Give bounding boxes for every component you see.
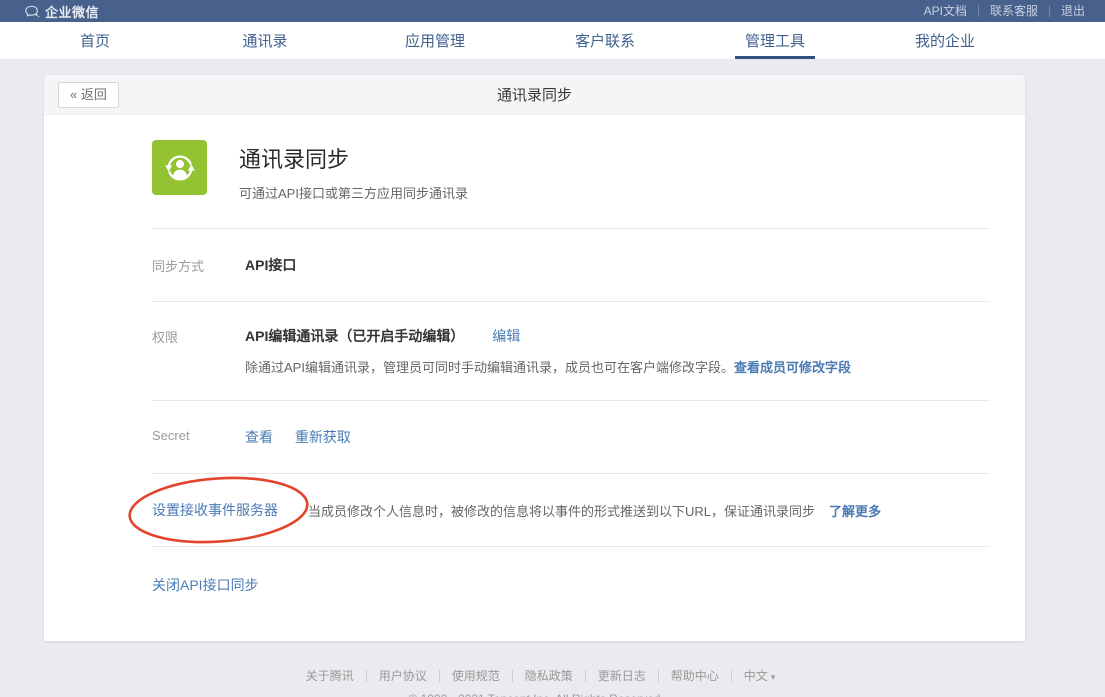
sync-method-row: 同步方式 API接口 (152, 229, 990, 301)
permission-view-fields-link[interactable]: 查看成员可修改字段 (734, 360, 851, 375)
contacts-sync-card: « 返回 通讯录同步 通讯录同步 (44, 75, 1025, 641)
sync-method-label: 同步方式 (152, 255, 245, 275)
app-title: 通讯录同步 (239, 142, 468, 174)
footer-link-user-agreement[interactable]: 用户协议 (367, 670, 440, 682)
permission-label: 权限 (152, 326, 245, 376)
topbar-link-contact-support[interactable]: 联系客服 (979, 5, 1050, 17)
footer: 关于腾讯 用户协议 使用规范 隐私政策 更新日志 帮助中心 中文▾ © 1998… (44, 667, 1025, 697)
permission-desc: 除通过API编辑通讯录，管理员可同时手动编辑通讯录，成员也可在客户端修改字段。 (245, 360, 734, 375)
footer-link-about-tencent[interactable]: 关于腾讯 (294, 670, 367, 682)
brand-logo-link[interactable]: 企业微信 (25, 2, 99, 21)
sync-method-value: API接口 (245, 255, 296, 275)
footer-links: 关于腾讯 用户协议 使用规范 隐私政策 更新日志 帮助中心 中文▾ (294, 670, 776, 683)
contacts-sync-icon (152, 140, 207, 195)
nav-item-home[interactable]: 首页 (10, 22, 180, 59)
back-button[interactable]: « 返回 (58, 82, 119, 108)
topbar: 企业微信 API文档 联系客服 退出 (0, 0, 1105, 22)
permission-edit-link[interactable]: 编辑 (492, 328, 520, 344)
footer-link-changelog[interactable]: 更新日志 (586, 670, 659, 682)
app-subtitle: 可通过API接口或第三方应用同步通讯录 (239, 183, 468, 202)
nav-item-app-management[interactable]: 应用管理 (350, 22, 520, 59)
main-content: « 返回 通讯录同步 通讯录同步 (0, 60, 1105, 697)
close-api-sync-link[interactable]: 关闭API接口同步 (152, 575, 259, 595)
nav-item-customer-relations[interactable]: 客户联系 (520, 22, 690, 59)
footer-link-help-center[interactable]: 帮助中心 (659, 670, 732, 682)
topbar-link-logout[interactable]: 退出 (1050, 5, 1085, 17)
permission-value: API编辑通讯录（已开启手动编辑） (245, 328, 464, 344)
card-header: « 返回 通讯录同步 (44, 75, 1025, 115)
secret-row: Secret 查看 重新获取 (152, 401, 990, 473)
set-event-server-link[interactable]: 设置接收事件服务器 (152, 500, 278, 520)
primary-nav: 首页 通讯录 应用管理 客户联系 管理工具 我的企业 (0, 22, 1105, 60)
permission-row: 权限 API编辑通讯录（已开启手动编辑） 编辑 除通过API编辑通讯录，管理员可… (152, 302, 990, 400)
footer-link-privacy-policy[interactable]: 隐私政策 (513, 670, 586, 682)
app-header-text: 通讯录同步 可通过API接口或第三方应用同步通讯录 (239, 140, 468, 202)
card-body: 通讯录同步 可通过API接口或第三方应用同步通讯录 同步方式 API接口 权限 … (44, 115, 1025, 641)
language-label: 中文 (744, 669, 768, 683)
person-sync-glyph-icon (159, 147, 201, 189)
app-header: 通讯录同步 可通过API接口或第三方应用同步通讯录 (152, 140, 990, 228)
page-title: 通讯录同步 (44, 84, 1025, 105)
topbar-link-api-docs[interactable]: API文档 (913, 5, 979, 17)
language-selector[interactable]: 中文▾ (732, 670, 776, 683)
receive-event-desc: 当成员修改个人信息时，被修改的信息将以事件的形式推送到以下URL，保证通讯录同步 (308, 501, 815, 520)
nav-item-admin-tools[interactable]: 管理工具 (690, 22, 860, 59)
nav-item-contacts[interactable]: 通讯录 (180, 22, 350, 59)
secret-refresh-link[interactable]: 重新获取 (295, 429, 351, 445)
nav-item-my-company[interactable]: 我的企业 (860, 22, 1030, 59)
chevron-down-icon: ▾ (771, 672, 776, 682)
secret-view-link[interactable]: 查看 (245, 429, 273, 445)
wework-chat-bubble-icon (25, 5, 40, 18)
copyright-text: © 1998 - 2021 Tencent Inc. All Rights Re… (44, 692, 1025, 697)
close-api-row: 关闭API接口同步 (152, 547, 990, 595)
receive-event-row: 设置接收事件服务器 当成员修改个人信息时，被修改的信息将以事件的形式推送到以下U… (152, 474, 990, 546)
secret-label: Secret (152, 427, 245, 447)
footer-link-usage-rules[interactable]: 使用规范 (440, 670, 513, 682)
topbar-links: API文档 联系客服 退出 (913, 5, 1085, 17)
brand-name: 企业微信 (45, 2, 99, 21)
learn-more-link[interactable]: 了解更多 (829, 501, 881, 520)
